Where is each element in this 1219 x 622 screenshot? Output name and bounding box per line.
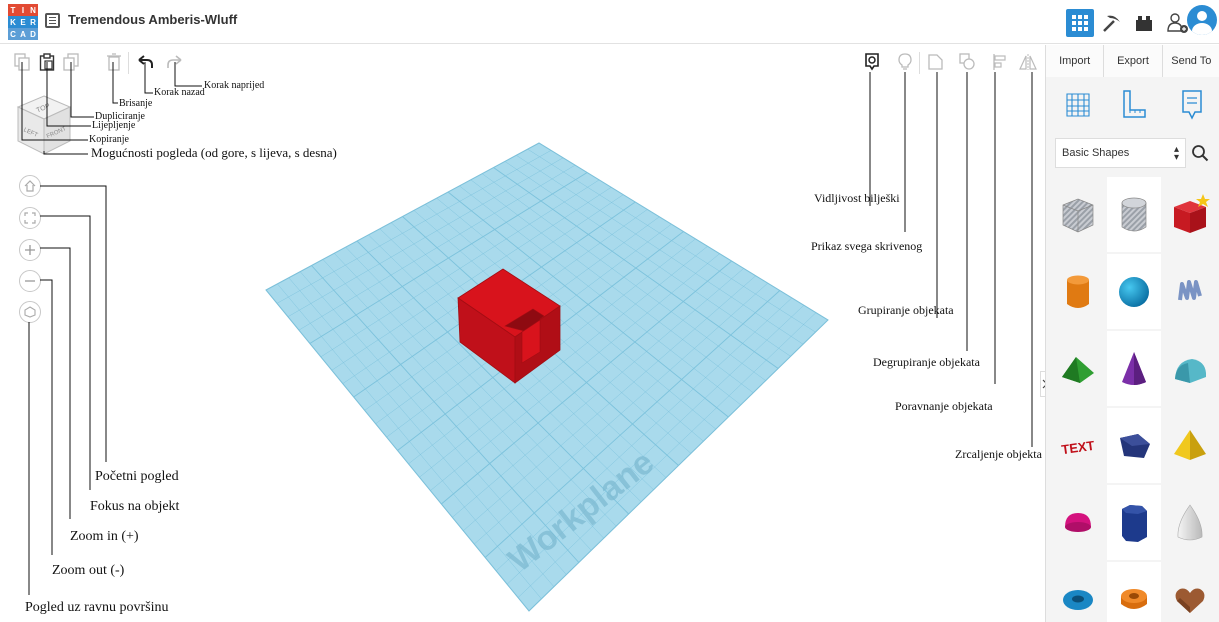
search-icon[interactable] xyxy=(1191,144,1209,162)
grid-icon xyxy=(1072,15,1088,31)
annotation-paste: Lijepljenje xyxy=(92,120,136,131)
export-button[interactable]: Export xyxy=(1104,45,1163,77)
box-hole-shape-icon xyxy=(1062,198,1094,232)
grid-view-button[interactable] xyxy=(1066,9,1094,37)
user-avatar[interactable] xyxy=(1187,5,1217,35)
shape-polygon[interactable] xyxy=(1106,407,1162,484)
shape-heart[interactable] xyxy=(1162,561,1218,622)
torus-shape-icon xyxy=(1063,589,1093,610)
annotation-redo: Korak naprijed xyxy=(204,80,265,91)
shape-category-select[interactable]: Basic Shapes ▴ ▾ xyxy=(1055,138,1186,168)
cylinder-hole-shape-icon xyxy=(1121,197,1147,231)
shape-half-sphere[interactable] xyxy=(1050,484,1106,561)
shape-sphere[interactable] xyxy=(1106,253,1162,330)
roof-shape-icon xyxy=(1062,356,1094,383)
shape-paraboloid[interactable] xyxy=(1162,484,1218,561)
ruler-tool-icon[interactable] xyxy=(1121,88,1147,122)
heart-shape-icon xyxy=(1175,588,1205,613)
cone-shape-icon xyxy=(1122,351,1146,385)
annotation-notes-visibility: Vidljivost bilješki xyxy=(814,191,900,205)
annotation-zoom-out: Zoom out (-) xyxy=(52,563,125,578)
annotation-ungroup: Degrupiranje objekata xyxy=(873,355,980,369)
cylinder-shape-icon xyxy=(1067,275,1089,308)
shape-box[interactable] xyxy=(1162,176,1218,253)
select-arrows-icon: ▴ ▾ xyxy=(1173,144,1179,163)
shape-cylinder-hole[interactable] xyxy=(1106,176,1162,253)
annotation-delete: Brisanje xyxy=(119,98,153,109)
annotation-mirror: Zrcaljenje objekta xyxy=(955,447,1042,461)
box-shape-icon xyxy=(1174,193,1210,233)
import-button[interactable]: Import xyxy=(1046,45,1105,77)
annotation-flat-view: Pogled uz ravnu površinu xyxy=(25,600,169,615)
hexagonal-prism-shape-icon xyxy=(1122,504,1147,542)
shape-pyramid[interactable] xyxy=(1162,407,1218,484)
pickaxe-button[interactable] xyxy=(1098,9,1126,37)
text-shape-icon: TEXT xyxy=(1060,437,1095,456)
annotation-undo: Korak nazad xyxy=(154,87,205,98)
shape-hexagonal-prism[interactable] xyxy=(1106,484,1162,561)
panel-actions: Import Export Send To xyxy=(1046,45,1219,77)
shape-tube[interactable] xyxy=(1106,561,1162,622)
shape-round-roof[interactable] xyxy=(1162,330,1218,407)
annotation-align: Poravnanje objekata xyxy=(895,399,993,413)
shape-cylinder[interactable] xyxy=(1050,253,1106,330)
shape-roof[interactable] xyxy=(1050,330,1106,407)
shape-category-value: Basic Shapes xyxy=(1062,147,1130,159)
brick-icon xyxy=(1136,15,1152,31)
scribble-shape-icon xyxy=(1178,279,1202,300)
shape-scribble[interactable] xyxy=(1162,253,1218,330)
shape-grid: TEXT xyxy=(1050,176,1218,622)
send-to-button[interactable]: Send To xyxy=(1162,45,1219,77)
polygon-shape-icon xyxy=(1120,433,1150,458)
annotation-group: Grupiranje objekata xyxy=(858,303,954,317)
annotation-copy: Kopiranje xyxy=(89,134,129,145)
annotation-view-options: Mogućnosti pogleda (od gore, s lijeva, s… xyxy=(91,145,337,160)
bricks-button[interactable] xyxy=(1130,9,1158,37)
annotation-focus: Fokus na objekt xyxy=(90,499,180,514)
annotation-show-hidden: Prikaz svega skrivenog xyxy=(811,239,923,253)
shape-box-hole[interactable] xyxy=(1050,176,1106,253)
paraboloid-shape-icon xyxy=(1177,503,1203,540)
shape-torus[interactable] xyxy=(1050,561,1106,622)
shape-text[interactable]: TEXT xyxy=(1050,407,1106,484)
tube-shape-icon xyxy=(1121,588,1147,609)
half-sphere-shape-icon xyxy=(1065,512,1091,532)
svg-text:TEXT: TEXT xyxy=(1060,437,1095,456)
notes-tool-icon[interactable] xyxy=(1179,88,1205,122)
sphere-shape-icon xyxy=(1119,276,1149,307)
pickaxe-icon xyxy=(1103,15,1120,32)
shapes-panel: Import Export Send To Basic Shapes ▴ ▾ T… xyxy=(1045,45,1219,622)
shape-cone[interactable] xyxy=(1106,330,1162,407)
annotation-zoom-in: Zoom in (+) xyxy=(70,529,139,544)
workplane-tool-icon[interactable] xyxy=(1065,88,1091,122)
annotation-home-view: Početni pogled xyxy=(95,469,179,484)
pyramid-shape-icon xyxy=(1174,429,1206,460)
round-roof-shape-icon xyxy=(1175,358,1206,383)
